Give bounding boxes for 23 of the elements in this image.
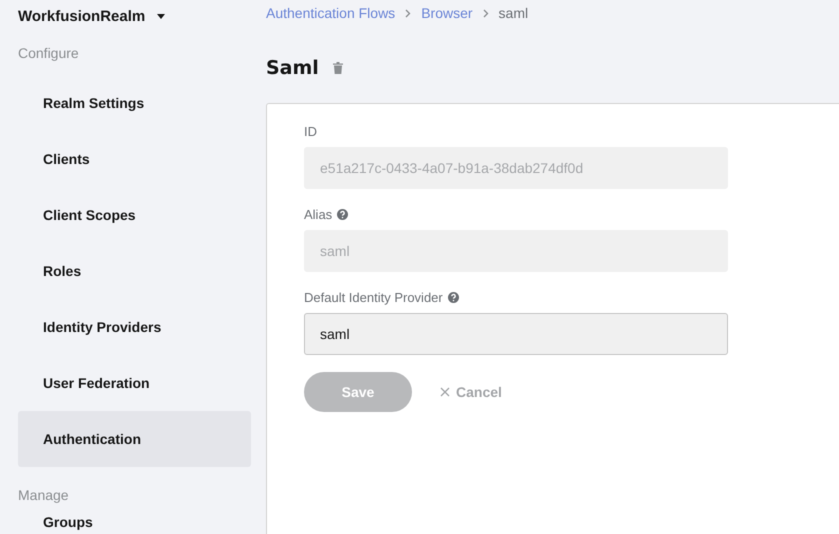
trash-icon[interactable]: [332, 62, 343, 74]
caret-icon: [157, 14, 166, 18]
field-label: Default Identity Provider: [304, 290, 443, 305]
realm-selector[interactable]: WorkfusionRealm: [18, 7, 166, 25]
close-icon: [440, 387, 450, 397]
sidebar-item[interactable]: Roles: [18, 243, 251, 299]
section-heading: Configure: [18, 45, 80, 61]
field-label: Alias: [304, 207, 332, 222]
field-label: ID: [304, 124, 317, 139]
sidebar-item[interactable]: Realm Settings: [18, 75, 251, 131]
sidebar-item[interactable]: Identity Providers: [18, 299, 251, 355]
sidebar-item[interactable]: User Federation: [18, 355, 251, 411]
page-title: Saml: [266, 57, 319, 79]
sidebar-item[interactable]: Client Scopes: [18, 187, 251, 243]
sidebar-item[interactable]: Groups: [18, 511, 251, 533]
input-field[interactable]: saml: [304, 313, 728, 355]
sidebar-item[interactable]: Authentication: [18, 411, 251, 467]
section-heading: Manage: [18, 487, 70, 503]
sidebar-item[interactable]: Clients: [18, 131, 251, 187]
current-page-label: saml: [498, 5, 528, 21]
help-icon[interactable]: [448, 292, 459, 303]
chevron-icon: [482, 8, 489, 18]
chevron-icon: [405, 8, 412, 18]
